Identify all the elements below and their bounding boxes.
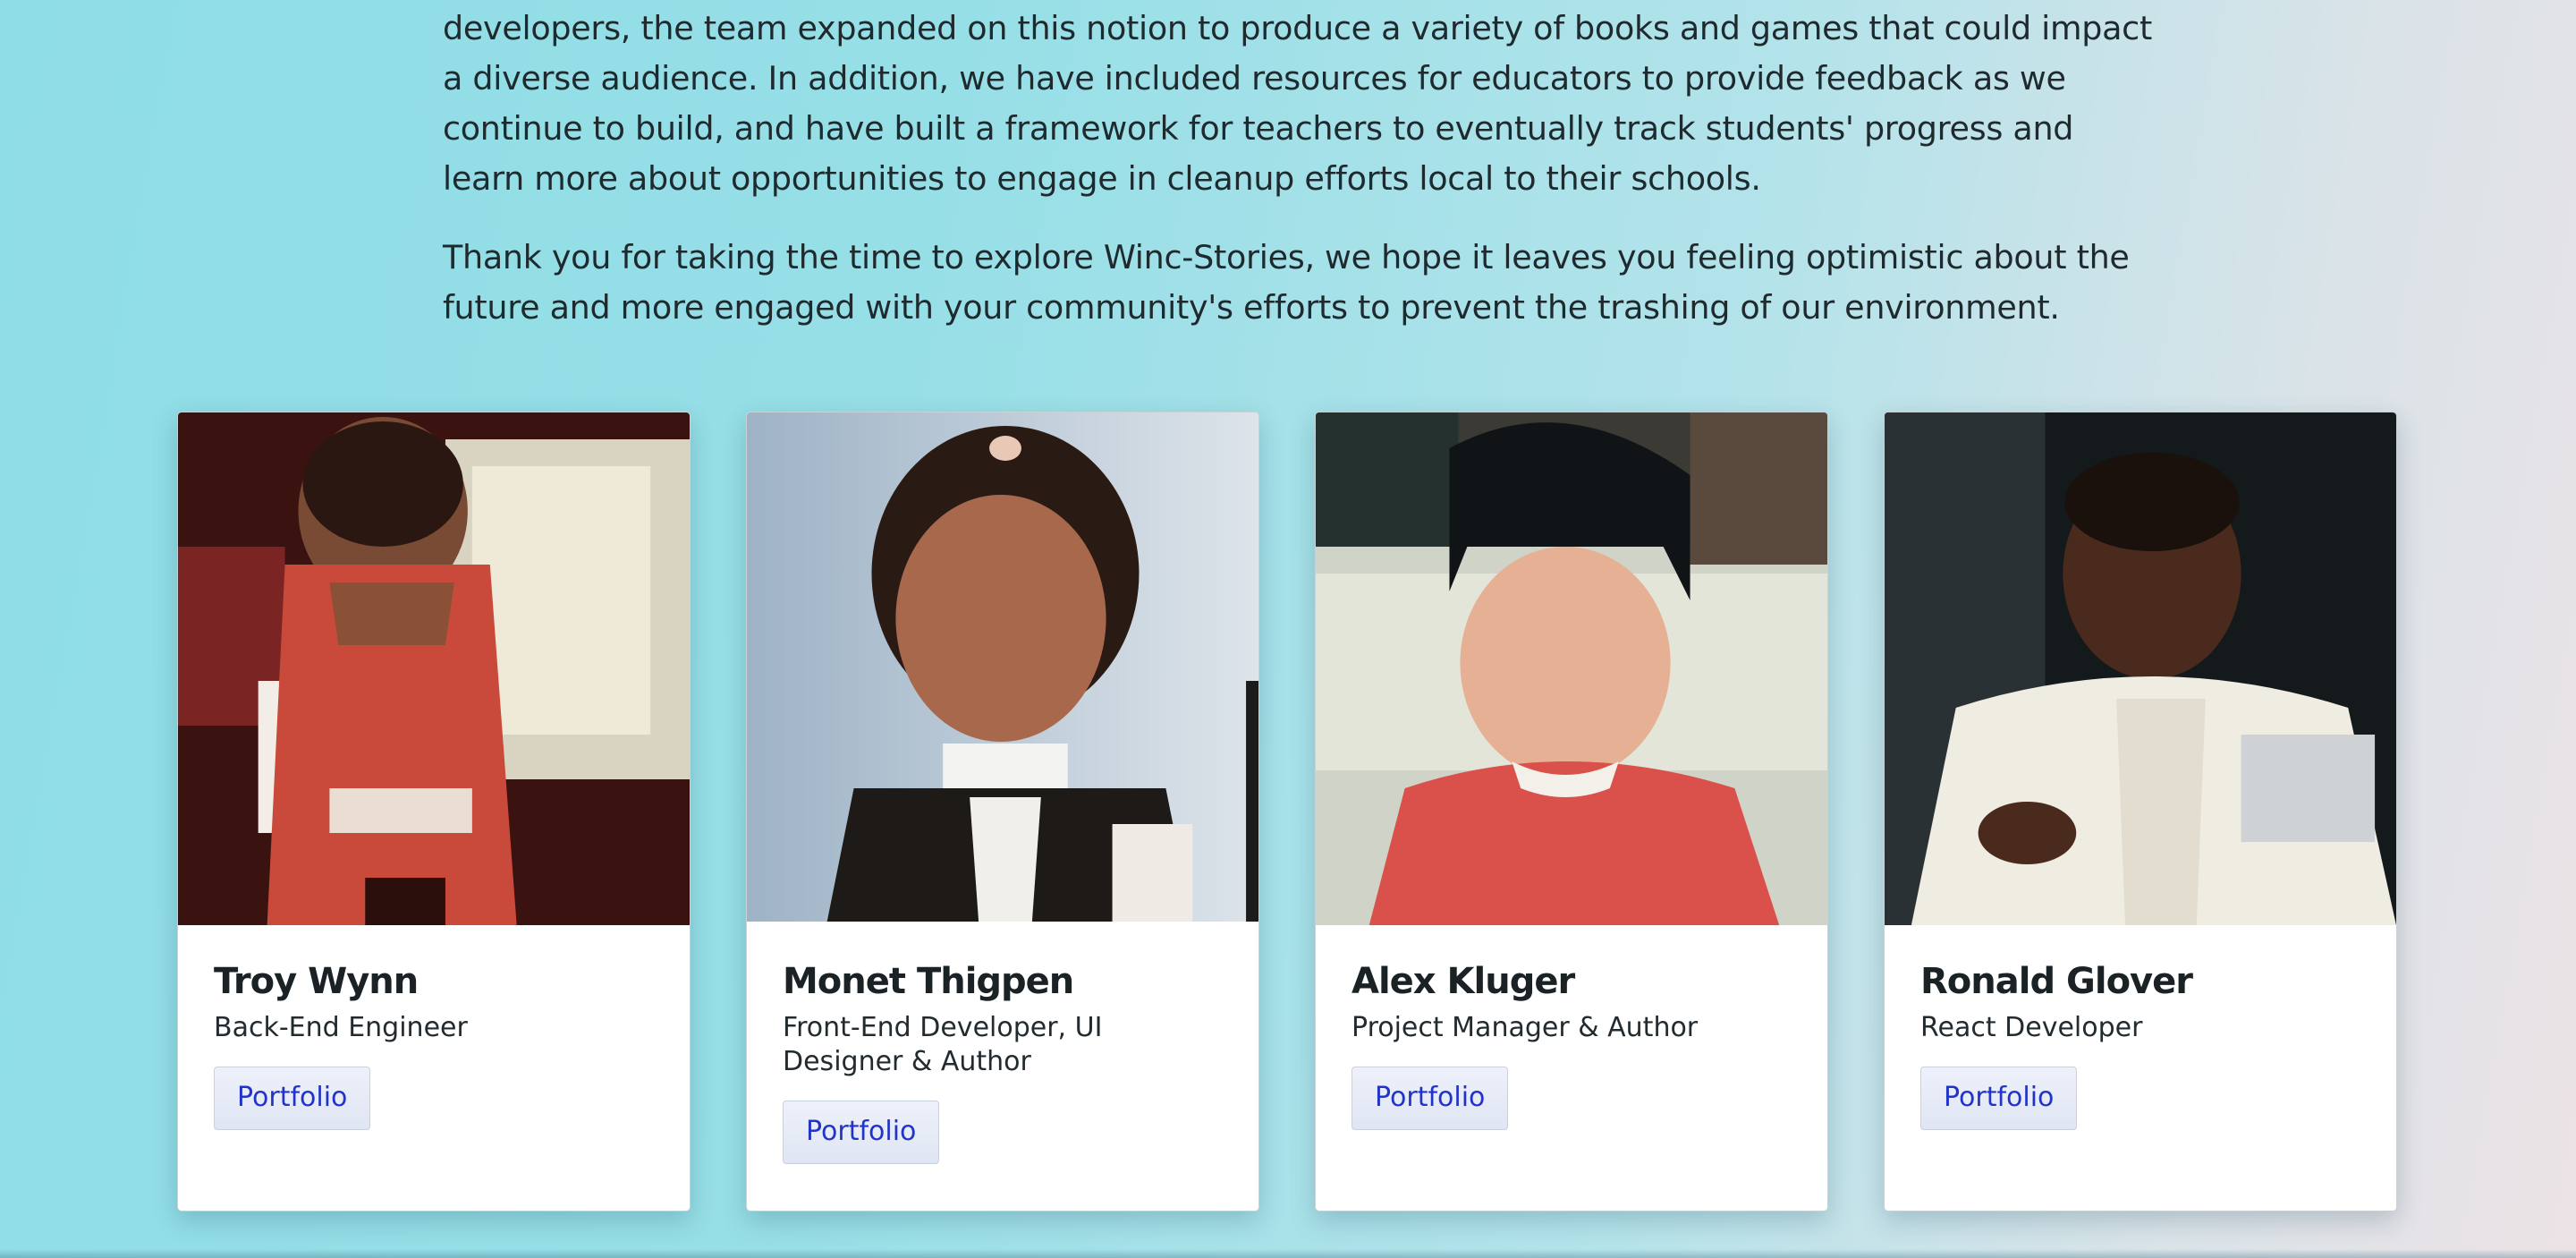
team-member-photo: [1885, 412, 2396, 925]
portfolio-button[interactable]: Portfolio: [1352, 1067, 1509, 1130]
team-member-name: Monet Thigpen: [783, 961, 1074, 1002]
team-member-role: React Developer: [1920, 1012, 2143, 1043]
team-card: Troy Wynn Back-End Engineer Portfolio: [177, 412, 691, 1211]
portfolio-button[interactable]: Portfolio: [783, 1101, 940, 1164]
team-card: Ronald Glover React Developer Portfolio: [1884, 412, 2397, 1211]
team-member-name: Alex Kluger: [1352, 961, 1575, 1002]
team-member-photo: [178, 412, 690, 925]
team-member-name: Troy Wynn: [214, 961, 419, 1002]
team-member-role: Front-End Developer, UI Designer & Autho…: [783, 1012, 1103, 1077]
page-bottom-edge: [0, 1249, 2576, 1258]
team-member-role: Project Manager & Author: [1352, 1012, 1699, 1043]
team-member-role: Back-End Engineer: [214, 1012, 468, 1043]
about-paragraph: Thank you for taking the time to explore…: [443, 238, 2130, 327]
portfolio-button[interactable]: Portfolio: [1920, 1067, 2078, 1130]
team-member-name: Ronald Glover: [1920, 961, 2193, 1002]
portfolio-button[interactable]: Portfolio: [214, 1067, 371, 1130]
team-member-photo: [1316, 412, 1827, 925]
team-member-photo: [747, 412, 1258, 922]
about-paragraph: developers, the team expanded on this no…: [443, 9, 2152, 198]
team-cards: Troy Wynn Back-End Engineer Portfolio Mo…: [177, 412, 2399, 1213]
team-card: Alex Kluger Project Manager & Author Por…: [1315, 412, 1828, 1211]
about-text: developers, the team expanded on this no…: [443, 4, 2160, 361]
team-card: Monet Thigpen Front-End Developer, UI De…: [746, 412, 1259, 1211]
